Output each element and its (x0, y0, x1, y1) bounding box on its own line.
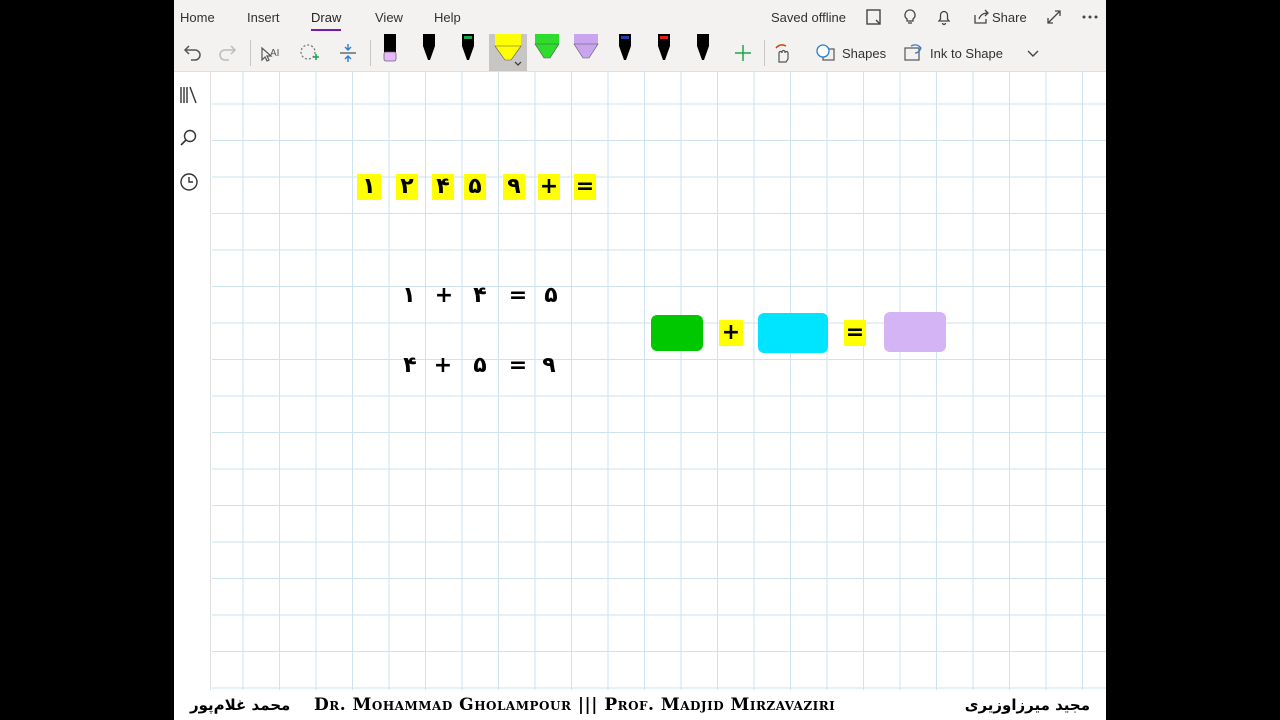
shapes-button[interactable]: Shapes (842, 46, 886, 61)
onenote-window: Home Insert Draw View Help Saved offline… (174, 0, 1106, 690)
eq2-operand-a: ۴ (403, 353, 417, 378)
notebooks-icon[interactable] (178, 84, 200, 106)
purple-block (884, 312, 946, 352)
tab-draw[interactable]: Draw (311, 10, 342, 31)
plus-symbol: + (539, 174, 559, 199)
pen-blue[interactable] (612, 34, 638, 66)
bell-icon[interactable] (934, 7, 954, 27)
caption-center: Dr. Mohammad Gholampour ||| Prof. Madjid… (314, 695, 836, 715)
shape-equals-symbol: = (845, 320, 865, 345)
shapes-icon[interactable] (813, 40, 839, 66)
cyan-block (758, 313, 828, 353)
touch-draw-icon[interactable] (770, 40, 796, 66)
eq1-operand-a: ١ (402, 283, 416, 308)
tab-home[interactable]: Home (180, 10, 215, 25)
eq1-operator: + (434, 283, 454, 308)
tab-insert[interactable]: Insert (247, 10, 280, 25)
share-icon[interactable] (971, 7, 991, 27)
lightbulb-icon[interactable] (900, 7, 920, 27)
eq1-equals: = (508, 283, 528, 308)
tab-view[interactable]: View (375, 10, 403, 25)
pen-red[interactable] (651, 34, 677, 66)
eq2-equals: = (508, 353, 528, 378)
video-caption: محمد غلام‌پور Dr. Mohammad Gholampour ||… (174, 690, 1106, 720)
toolbar-divider (370, 40, 371, 66)
eq1-result: ۵ (544, 283, 558, 308)
equals-symbol: = (575, 174, 595, 199)
caption-left: محمد غلام‌پور (190, 696, 291, 714)
caption-right: مجید میرزاوزیری (964, 696, 1090, 714)
pen-yellow-highlighter[interactable] (489, 34, 527, 71)
chevron-down-icon[interactable] (1020, 40, 1046, 66)
draw-toolbar: AI Shapes Ink to Shape (174, 34, 1106, 72)
eq1-operand-b: ۴ (473, 283, 487, 308)
lasso-select-icon[interactable] (296, 40, 322, 66)
ink-to-shape-button[interactable]: Ink to Shape (930, 46, 1003, 61)
redo-icon[interactable] (216, 40, 242, 66)
eq2-result: ٩ (542, 353, 556, 378)
digit: ٩ (507, 174, 521, 199)
digit: ١ (362, 174, 376, 199)
page-canvas[interactable]: ١ ٢ ۴ ۵ ٩ + = ١ + ۴ = ۵ ۴ + ۵ = ٩ + = (212, 72, 1106, 690)
digit: ۴ (436, 174, 450, 199)
notebook-icon[interactable] (864, 7, 884, 27)
type-select-icon[interactable]: AI (257, 40, 283, 66)
pen-black-2[interactable] (690, 34, 716, 66)
share-button[interactable]: Share (992, 10, 1027, 25)
recent-clock-icon[interactable] (178, 171, 200, 193)
pen-green-highlighter[interactable] (534, 34, 560, 66)
shape-plus-symbol: + (721, 320, 741, 345)
ribbon-tabs: Home Insert Draw View Help Saved offline… (174, 0, 1106, 34)
add-pen-icon[interactable] (730, 40, 756, 66)
digit: ۵ (468, 174, 482, 199)
digit: ٢ (400, 174, 414, 199)
tab-help[interactable]: Help (434, 10, 461, 25)
sync-status: Saved offline (771, 10, 846, 25)
expand-icon[interactable] (1044, 7, 1064, 27)
toolbar-divider (764, 40, 765, 66)
ink-to-shape-icon[interactable] (901, 40, 927, 66)
undo-icon[interactable] (178, 40, 204, 66)
toolbar-divider (250, 40, 251, 66)
add-space-icon[interactable] (335, 40, 361, 66)
navigation-rail (174, 72, 211, 690)
svg-text:AI: AI (270, 48, 279, 59)
eq2-operator: + (433, 353, 453, 378)
pen-pink-marker[interactable] (377, 34, 403, 66)
pen-purple-highlighter[interactable] (573, 34, 599, 66)
pen-green-dark[interactable] (455, 34, 481, 66)
pen-black[interactable] (416, 34, 442, 66)
eq2-operand-b: ۵ (473, 353, 487, 378)
search-icon[interactable] (178, 127, 200, 149)
green-block (651, 315, 703, 351)
more-options-icon[interactable] (1080, 7, 1100, 27)
